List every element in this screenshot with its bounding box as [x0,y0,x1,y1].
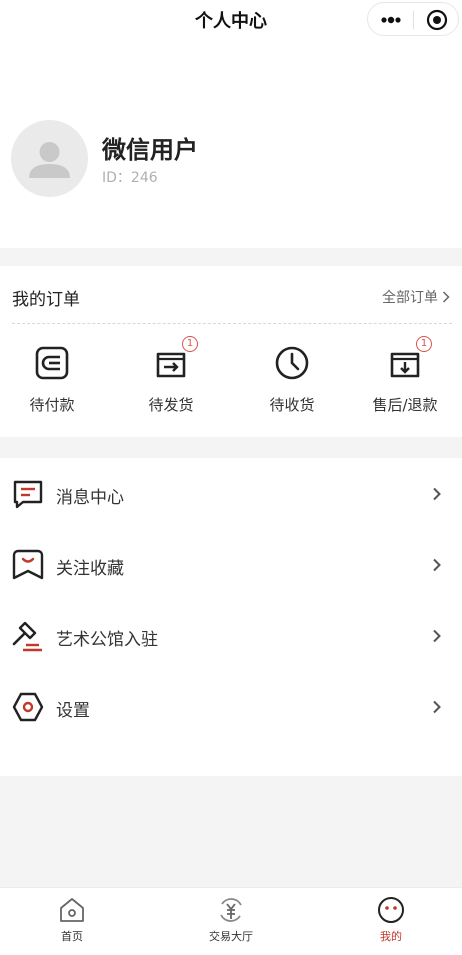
user-id: ID：246 [102,170,158,186]
order-label: 待收货 [269,396,315,414]
chevron-right-icon [442,291,450,303]
nav-bar: 个人中心 [0,0,462,40]
orders-divider [12,323,452,324]
tab-label: 首页 [61,930,83,943]
message-icon [13,480,43,509]
menu-item-art-gallery-join[interactable]: 艺术公馆入驻 [0,604,462,664]
order-label: 待发货 [148,396,194,414]
order-label: 售后/退款 [372,396,438,414]
settings-hexagon-icon [12,692,44,722]
capsule-divider [413,11,414,29]
order-after-sales[interactable]: 1 售后/退款 [350,336,460,415]
menu-item-label: 设置 [56,701,90,721]
tab-trade-hall[interactable]: 交易大厅 [176,895,286,944]
miniprogram-capsule [367,2,459,36]
favorite-icon [12,549,44,580]
order-pending-shipment[interactable]: 1 待发货 [116,336,226,415]
avatar[interactable] [11,120,88,197]
more-options-icon[interactable] [378,10,404,30]
wallet-icon [35,346,69,380]
order-badge: 1 [182,336,198,352]
chevron-right-icon [433,487,441,501]
menu-item-settings[interactable]: 设置 [0,675,462,735]
trade-hall-icon [220,898,242,922]
menu-list: 消息中心 关注收藏 艺术公馆入驻 设置 [0,458,462,776]
tab-label: 交易大厅 [209,930,253,943]
menu-item-label: 艺术公馆入驻 [56,630,158,650]
close-miniprogram-icon[interactable] [426,9,448,31]
tab-label: 我的 [380,930,402,943]
username: 微信用户 [102,136,198,164]
order-label: 待付款 [29,396,75,414]
menu-item-label: 关注收藏 [56,559,124,579]
default-avatar-icon [29,142,70,178]
menu-item-messages[interactable]: 消息中心 [0,462,462,522]
tab-mine[interactable]: 我的 [336,895,446,944]
auction-hammer-icon [12,621,42,652]
chevron-right-icon [433,629,441,643]
all-orders-link[interactable]: 全部订单 [382,287,450,307]
tab-home[interactable]: 首页 [17,895,127,944]
order-pending-receipt[interactable]: 待收货 [237,344,347,415]
home-icon [60,898,84,922]
chevron-right-icon [433,558,441,572]
clock-icon [275,346,309,380]
chevron-right-icon [433,700,441,714]
order-pending-payment[interactable]: 待付款 [0,344,107,415]
profile-section: 微信用户 ID：246 [0,40,462,248]
menu-item-favorites[interactable]: 关注收藏 [0,533,462,593]
bottom-tab-bar: 首页 交易大厅 我的 [0,887,462,955]
menu-item-label: 消息中心 [56,488,124,508]
orders-section: 我的订单 全部订单 待付款 1 待发货 待收货 1 售后/退款 [0,266,462,437]
orders-title: 我的订单 [12,290,80,310]
order-badge: 1 [416,336,432,352]
all-orders-label: 全部订单 [382,290,438,306]
profile-face-icon [378,897,404,923]
